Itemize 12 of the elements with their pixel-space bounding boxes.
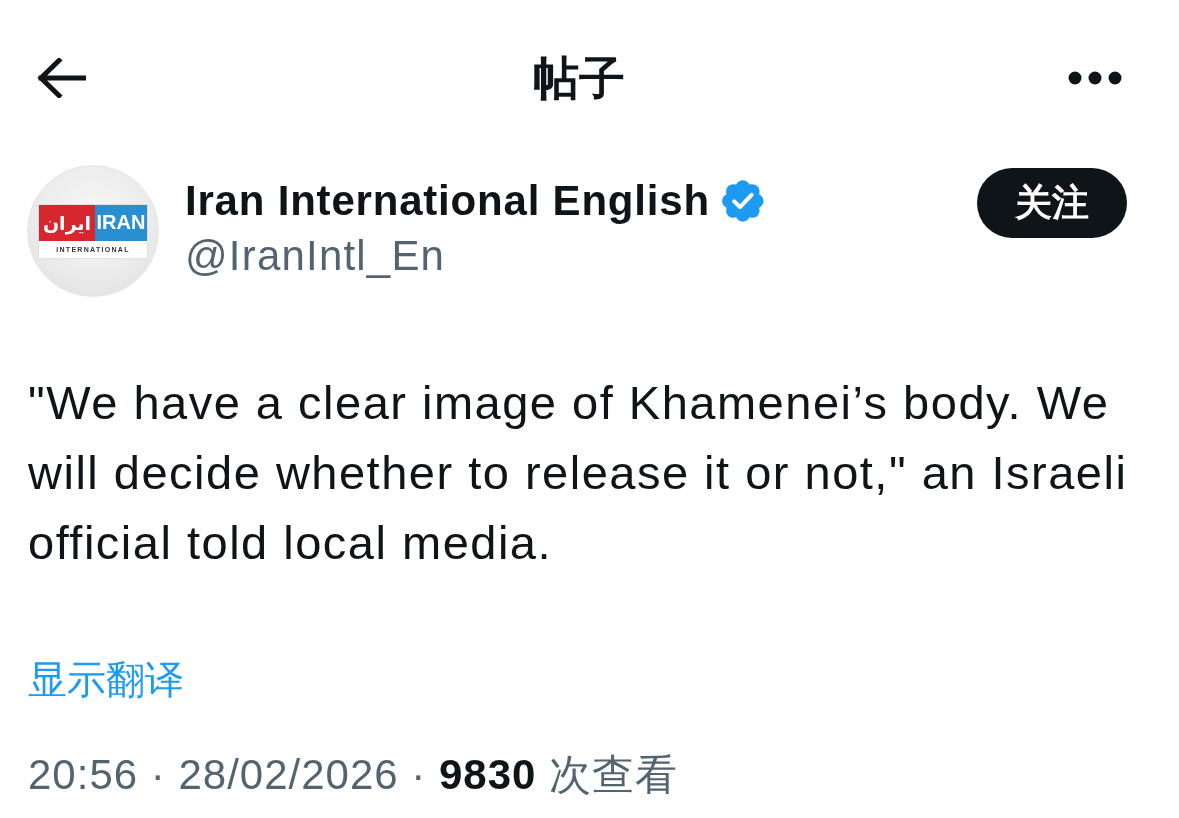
- post-meta: 20:56 · 28/02/2026 · 9830 次查看: [28, 751, 679, 799]
- logo-text: ایران: [39, 204, 95, 241]
- author-handle: @IranIntl_En: [185, 232, 447, 280]
- post-text: "We have a clear image of Khamenei’s body. We will decide whether to release it or not," an Israeli official told local media.: [27, 375, 1129, 571]
- page-title: 帖子: [533, 52, 625, 104]
- back-button[interactable]: [36, 58, 86, 98]
- follow-button[interactable]: 关注: [977, 168, 1127, 238]
- back-arrow-icon: [36, 58, 86, 98]
- more-button[interactable]: [1068, 71, 1122, 85]
- more-icon: [1068, 71, 1122, 85]
- author-name: Iran International English: [185, 177, 710, 225]
- logo-text: IRAN: [95, 204, 147, 241]
